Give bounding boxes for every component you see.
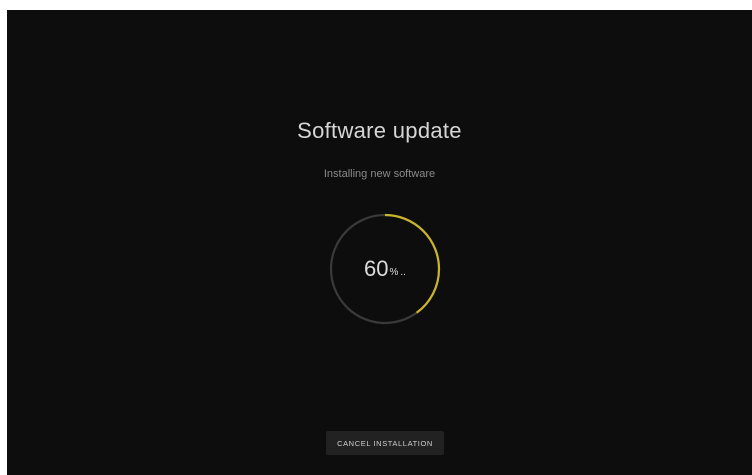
progress-ring: 60 % .. (328, 212, 442, 326)
progress-percent: 60 (364, 256, 389, 281)
status-subtitle: Installing new software (323, 168, 436, 180)
progress-unit: % (389, 266, 399, 278)
update-screen: Software update Installing new software … (7, 10, 752, 475)
progress-ellipsis: .. (400, 266, 406, 278)
page-title: Software update (297, 118, 462, 143)
cancel-installation-button[interactable]: CANCEL INSTALLATION (326, 431, 444, 455)
progress-readout: 60 % .. (328, 212, 442, 326)
